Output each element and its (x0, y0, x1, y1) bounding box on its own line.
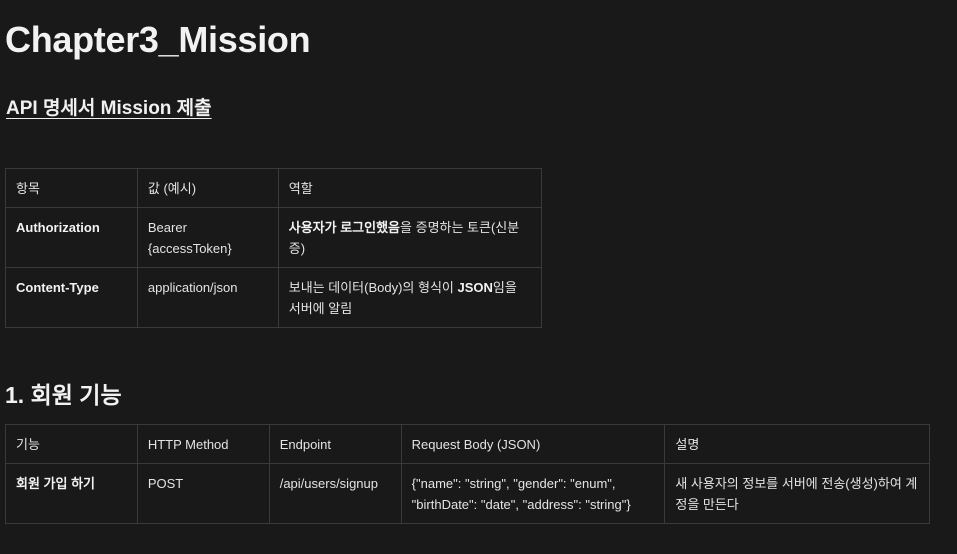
document-page: Chapter3_Mission API 명세서 Mission 제출 항목 값… (0, 0, 957, 554)
table-header-row: 기능 HTTP Method Endpoint Request Body (JS… (5, 424, 930, 464)
table-header-row: 항목 값 (예시) 역할 (5, 168, 543, 208)
table-row: Content-Type application/json 보내는 데이터(Bo… (5, 267, 543, 328)
column-header-feature: 기능 (5, 424, 138, 464)
api-spec-link[interactable]: API 명세서 Mission 제출 (6, 96, 212, 122)
cell-item: Content-Type (5, 267, 138, 328)
column-header-method: HTTP Method (136, 424, 270, 464)
table-row: 회원 가입 하기 POST /api/users/signup {"name":… (5, 463, 930, 524)
cell-item: Authorization (5, 207, 138, 268)
column-header-role: 역할 (277, 168, 543, 208)
column-header-item: 항목 (5, 168, 138, 208)
cell-method: POST (136, 463, 270, 524)
role-bold-text: JSON (457, 280, 493, 295)
table-row: Authorization Bearer {accessToken} 사용자가 … (5, 207, 543, 268)
cell-endpoint: /api/users/signup (268, 463, 402, 524)
cell-role: 사용자가 로그인했음을 증명하는 토큰(신분증) (277, 207, 543, 268)
column-header-value: 값 (예시) (136, 168, 279, 208)
headers-table: 항목 값 (예시) 역할 Authorization Bearer {acces… (5, 168, 543, 328)
features-table: 기능 HTTP Method Endpoint Request Body (JS… (5, 424, 930, 524)
page-title: Chapter3_Mission (5, 19, 311, 60)
cell-feature: 회원 가입 하기 (5, 463, 138, 524)
column-header-body: Request Body (JSON) (400, 424, 666, 464)
cell-value: application/json (136, 267, 279, 328)
role-text: 보내는 데이터(Body)의 형식이 (288, 280, 458, 295)
column-header-description: 설명 (664, 424, 930, 464)
cell-role: 보내는 데이터(Body)의 형식이 JSON임을 서버에 알림 (277, 267, 543, 328)
cell-description: 새 사용자의 정보를 서버에 전송(생성)하여 계정을 만든다 (664, 463, 930, 524)
role-bold-text: 사용자가 로그인했음 (288, 220, 401, 235)
column-header-endpoint: Endpoint (268, 424, 402, 464)
section-heading: 1. 회원 기능 (5, 382, 122, 408)
cell-body: {"name": "string", "gender": "enum", "bi… (400, 463, 666, 524)
cell-value: Bearer {accessToken} (136, 207, 279, 268)
